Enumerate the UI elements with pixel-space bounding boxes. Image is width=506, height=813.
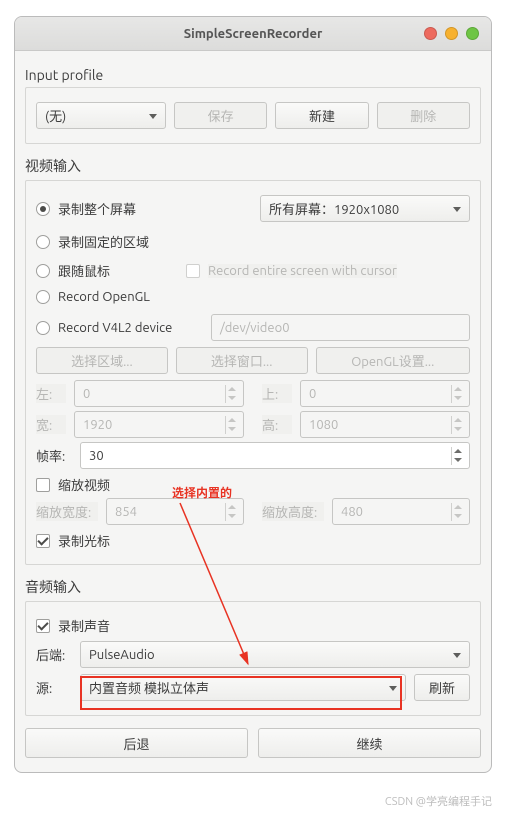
top-label: 上: bbox=[262, 384, 292, 403]
app-window: SimpleScreenRecorder Input profile (无) 保… bbox=[14, 16, 492, 773]
checkbox-record-with-cursor bbox=[186, 264, 200, 278]
scale-height-input: 480 bbox=[332, 498, 470, 525]
checkbox-record-cursor[interactable] bbox=[36, 534, 50, 548]
screens-select[interactable]: 所有屏幕：1920x1080 bbox=[260, 195, 470, 222]
audio-frame: 录制声音 后端: PulseAudio 源: 内置音频 模拟立体声 刷新 bbox=[25, 601, 481, 716]
profile-select[interactable]: (无) bbox=[36, 102, 166, 129]
height-label: 高: bbox=[262, 415, 292, 434]
height-input: 1080 bbox=[300, 411, 470, 438]
maximize-icon[interactable] bbox=[466, 27, 479, 40]
chevron-up-icon[interactable] bbox=[451, 447, 463, 456]
scale-width-label: 缩放宽度: bbox=[36, 502, 98, 521]
top-input: 0 bbox=[300, 380, 470, 407]
label-scale-video: 缩放视频 bbox=[58, 475, 110, 494]
window-title: SimpleScreenRecorder bbox=[184, 27, 323, 41]
video-frame: 录制整个屏幕 所有屏幕：1920x1080 录制固定的区域 跟随鼠标 Recor… bbox=[25, 180, 481, 565]
section-label-audio: 音频输入 bbox=[25, 577, 481, 597]
radio-fullscreen[interactable] bbox=[36, 202, 50, 216]
radio-v4l2[interactable] bbox=[36, 321, 50, 335]
window-controls bbox=[424, 27, 479, 40]
label-record-audio: 录制声音 bbox=[58, 616, 110, 635]
fps-label: 帧率: bbox=[36, 446, 72, 465]
continue-button[interactable]: 继续 bbox=[258, 728, 481, 758]
opengl-settings-button: OpenGL设置... bbox=[316, 347, 471, 374]
minimize-icon[interactable] bbox=[445, 27, 458, 40]
source-select[interactable]: 内置音频 模拟立体声 bbox=[80, 674, 406, 701]
footer: 后退 继续 bbox=[15, 728, 491, 758]
label-v4l2: Record V4L2 device bbox=[58, 321, 203, 335]
section-label-profile: Input profile bbox=[25, 67, 481, 83]
refresh-button[interactable]: 刷新 bbox=[414, 674, 470, 701]
scale-width-input: 854 bbox=[106, 498, 244, 525]
left-label: 左: bbox=[36, 384, 66, 403]
width-input: 1920 bbox=[74, 411, 244, 438]
backend-label: 后端: bbox=[36, 645, 72, 664]
radio-opengl[interactable] bbox=[36, 290, 50, 304]
label-fixed-region: 录制固定的区域 bbox=[58, 232, 149, 251]
radio-fixed-region[interactable] bbox=[36, 235, 50, 249]
chevron-down-icon[interactable] bbox=[451, 456, 463, 465]
close-icon[interactable] bbox=[424, 27, 437, 40]
select-region-button: 选择区域... bbox=[36, 347, 168, 374]
left-input: 0 bbox=[74, 380, 244, 407]
checkbox-scale-video[interactable] bbox=[36, 478, 50, 492]
v4l2-device-input: /dev/video0 bbox=[211, 314, 470, 341]
back-button[interactable]: 后退 bbox=[25, 728, 248, 758]
label-fullscreen: 录制整个屏幕 bbox=[58, 199, 252, 218]
radio-follow-mouse[interactable] bbox=[36, 264, 50, 278]
scale-height-label: 缩放高度: bbox=[262, 502, 324, 521]
width-label: 宽: bbox=[36, 415, 66, 434]
delete-button: 删除 bbox=[377, 102, 470, 129]
profile-frame: (无) 保存 新建 删除 bbox=[25, 87, 481, 144]
watermark: CSDN @学亮编程手记 bbox=[385, 793, 492, 809]
label-record-with-cursor: Record entire screen with cursor bbox=[208, 264, 397, 278]
section-label-video: 视频输入 bbox=[25, 156, 481, 176]
fps-input[interactable]: 30 bbox=[80, 442, 470, 469]
backend-select[interactable]: PulseAudio bbox=[80, 641, 470, 668]
source-label: 源: bbox=[36, 678, 72, 697]
label-opengl: Record OpenGL bbox=[58, 290, 150, 304]
label-follow-mouse: 跟随鼠标 bbox=[58, 261, 178, 280]
checkbox-record-audio[interactable] bbox=[36, 619, 50, 633]
select-window-button: 选择窗口... bbox=[176, 347, 308, 374]
save-button: 保存 bbox=[174, 102, 267, 129]
label-record-cursor: 录制光标 bbox=[58, 531, 110, 550]
titlebar: SimpleScreenRecorder bbox=[15, 17, 491, 51]
new-button[interactable]: 新建 bbox=[275, 102, 368, 129]
